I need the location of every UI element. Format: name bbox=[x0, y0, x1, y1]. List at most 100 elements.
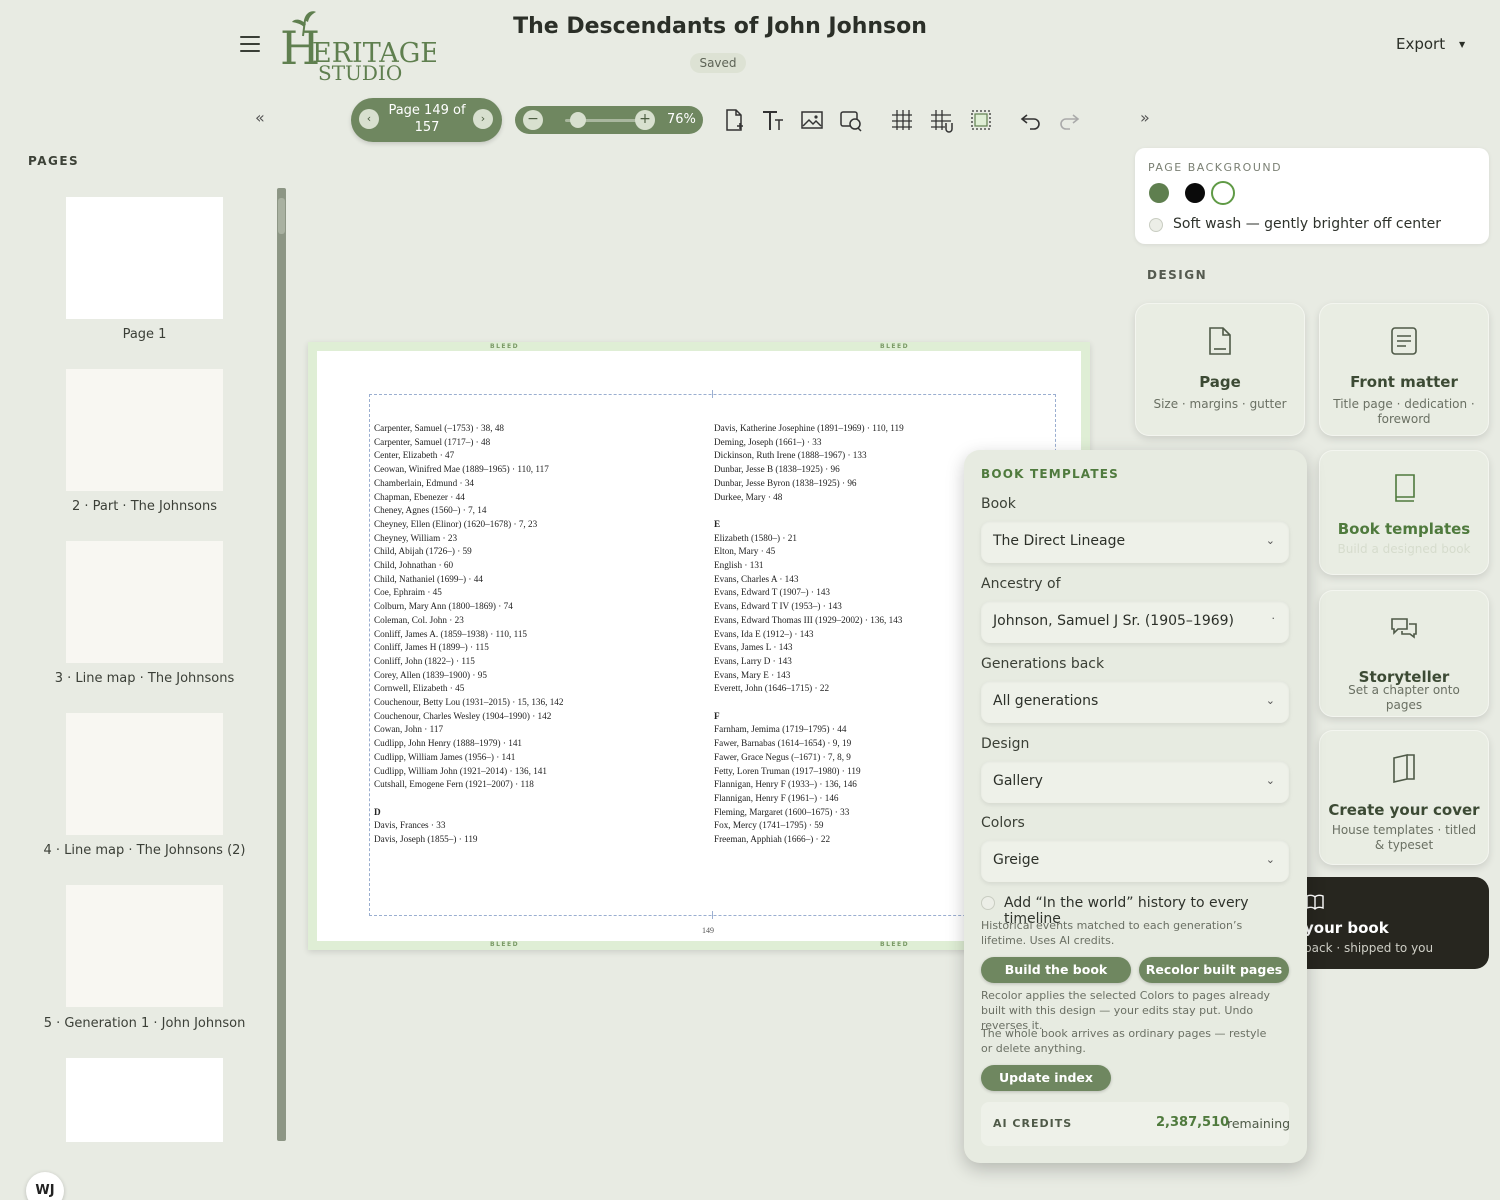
index-column-right[interactable]: Davis, Katherine Josephine (1891–1969) ·… bbox=[714, 422, 904, 847]
index-entry: Cowan, John · 117 bbox=[374, 724, 444, 735]
book-templates-title: BOOK TEMPLATES bbox=[981, 467, 1119, 481]
index-entry: Evans, Ida E (1912–) · 143 bbox=[714, 628, 814, 639]
redo-icon[interactable] bbox=[1055, 106, 1083, 134]
colors-select-value: Greige bbox=[993, 852, 1040, 868]
index-entry: Child, Abijah (1726–) · 59 bbox=[374, 546, 472, 557]
generations-select[interactable]: All generations ⌄ bbox=[981, 681, 1289, 723]
chevron-down-icon: ⌄ bbox=[1265, 534, 1275, 547]
add-image-icon[interactable] bbox=[798, 106, 826, 134]
index-entry: Cheney, Agnes (1560–) · 7, 14 bbox=[374, 505, 487, 516]
heritage-studio-logo[interactable]: H ERITAGE STUDIO bbox=[276, 6, 440, 85]
book-templates-card[interactable]: Book templates Build a designed book bbox=[1319, 450, 1489, 575]
zoom-out-button[interactable]: − bbox=[523, 110, 543, 130]
snap-grid-icon[interactable] bbox=[927, 106, 955, 134]
page-thumbnail-label: 3 · Line map · The Johnsons bbox=[54, 671, 235, 686]
book-select-value: The Direct Lineage bbox=[993, 533, 1126, 549]
page-thumbnail-label: 4 · Line map · The Johnsons (2) bbox=[43, 843, 246, 858]
swatch-white-selected[interactable] bbox=[1211, 181, 1235, 205]
gutter-mark bbox=[712, 390, 713, 398]
index-entry: Fleming, Margaret (1600–1675) · 33 bbox=[714, 806, 850, 817]
update-index-button[interactable]: Update index bbox=[981, 1065, 1111, 1091]
colors-label: Colors bbox=[981, 815, 1025, 831]
bleed-frame-icon[interactable] bbox=[967, 106, 995, 134]
page-thumbnail[interactable] bbox=[66, 369, 223, 491]
page-thumbnail[interactable] bbox=[66, 541, 223, 663]
collapse-right-panel-icon[interactable]: » bbox=[1140, 108, 1150, 127]
next-page-button[interactable]: › bbox=[473, 109, 493, 129]
zoom-in-button[interactable]: + bbox=[635, 110, 655, 130]
index-entry: Conliff, James A. (1859–1938) · 110, 115 bbox=[374, 628, 528, 639]
index-entry: Fetty, Loren Truman (1917–1980) · 119 bbox=[714, 765, 861, 776]
ai-credits-suffix: remaining bbox=[1227, 1116, 1291, 1131]
front-matter-card[interactable]: Front matter Title page · dedication · f… bbox=[1319, 303, 1489, 436]
export-caret-icon[interactable]: ▼ bbox=[1459, 40, 1465, 49]
book-select[interactable]: The Direct Lineage ⌄ bbox=[981, 521, 1289, 563]
index-entry: Couchenour, Charles Wesley (1904–1990) ·… bbox=[374, 710, 552, 721]
order-book-card[interactable]: your book back · shipped to you bbox=[1290, 877, 1489, 969]
generations-select-value: All generations bbox=[993, 693, 1099, 709]
index-letter-heading: D bbox=[374, 806, 381, 817]
index-entry: English · 131 bbox=[714, 560, 764, 571]
card-subtitle: Size · margins · gutter bbox=[1153, 397, 1287, 411]
page-thumbnail-label: 2 · Part · The Johnsons bbox=[71, 499, 218, 514]
index-entry: Freeman, Apphiah (1666–) · 22 bbox=[714, 834, 831, 845]
previous-page-button[interactable]: ‹ bbox=[359, 109, 379, 129]
ancestry-select[interactable]: Johnson, Samuel J Sr. (1905–1969) · bbox=[981, 601, 1289, 643]
swatch-green[interactable] bbox=[1149, 183, 1169, 203]
index-gap bbox=[714, 504, 904, 518]
user-avatar[interactable]: WJ bbox=[26, 1172, 64, 1200]
page-thumbnail[interactable] bbox=[66, 713, 223, 835]
export-button[interactable]: Export bbox=[1396, 35, 1445, 53]
index-entry: Evans, Larry D · 143 bbox=[714, 655, 792, 666]
index-entry: Evans, Edward T (1907–) · 143 bbox=[714, 587, 831, 598]
grid-icon[interactable] bbox=[888, 106, 916, 134]
page-navigator: ‹ Page 149 of 157 › bbox=[351, 98, 502, 142]
page-indicator: Page 149 of 157 bbox=[388, 103, 466, 135]
page-background-title: PAGE BACKGROUND bbox=[1148, 161, 1283, 174]
index-entry: Chamberlain, Edmund · 34 bbox=[374, 477, 475, 488]
document-title[interactable]: The Descendants of John Johnson bbox=[500, 14, 940, 39]
swatch-black[interactable] bbox=[1185, 183, 1205, 203]
design-select[interactable]: Gallery ⌄ bbox=[981, 761, 1289, 803]
card-subtitle: House templates · titled & typeset bbox=[1331, 823, 1477, 852]
scrollbar-thumb[interactable] bbox=[278, 198, 285, 234]
index-entry: Corey, Allen (1839–1900) · 95 bbox=[374, 669, 487, 680]
design-section-title: DESIGN bbox=[1147, 268, 1208, 282]
create-cover-card[interactable]: Create your cover House templates · titl… bbox=[1319, 730, 1489, 865]
add-shape-icon[interactable] bbox=[837, 106, 865, 134]
add-page-icon[interactable] bbox=[720, 106, 748, 134]
page-design-card[interactable]: Page Size · margins · gutter bbox=[1135, 303, 1305, 436]
storyteller-card[interactable]: Storyteller Set a chapter onto pages bbox=[1319, 590, 1489, 717]
soft-wash-radio[interactable] bbox=[1149, 218, 1163, 232]
ancestry-label: Ancestry of bbox=[981, 576, 1061, 592]
recolor-pages-button[interactable]: Recolor built pages bbox=[1139, 957, 1289, 983]
pages-scrollbar[interactable] bbox=[277, 188, 286, 1141]
chevron-down-icon: ⌄ bbox=[1265, 694, 1275, 707]
history-checkbox[interactable] bbox=[981, 896, 995, 910]
bleed-label: BLEED bbox=[880, 343, 910, 350]
index-entry: Coleman, Col. John · 23 bbox=[374, 614, 464, 625]
page-icon bbox=[1209, 327, 1231, 355]
ai-credits-box: AI CREDITS 2,387,510 remaining bbox=[981, 1102, 1291, 1146]
ai-credits-label: AI CREDITS bbox=[993, 1117, 1073, 1130]
whole-book-note: The whole book arrives as ordinary pages… bbox=[981, 1027, 1267, 1055]
card-title: Page bbox=[1199, 373, 1241, 391]
build-book-button[interactable]: Build the book bbox=[981, 957, 1131, 983]
zoom-slider-handle[interactable] bbox=[570, 112, 586, 128]
add-text-icon[interactable] bbox=[759, 106, 787, 134]
menu-icon[interactable] bbox=[240, 36, 260, 52]
undo-icon[interactable] bbox=[1017, 106, 1045, 134]
collapse-left-panel-icon[interactable]: « bbox=[255, 108, 265, 127]
page-thumbnail[interactable] bbox=[66, 885, 223, 1007]
colors-select[interactable]: Greige ⌄ bbox=[981, 840, 1289, 882]
index-entry: Elton, Mary · 45 bbox=[714, 546, 776, 557]
index-entry: Cheyney, Ellen (Elinor) (1620–1678) · 7,… bbox=[374, 518, 538, 529]
book-templates-panel: BOOK TEMPLATES Book The Direct Lineage ⌄… bbox=[964, 450, 1307, 1163]
page-thumbnail[interactable] bbox=[66, 197, 223, 319]
document-lines-icon bbox=[1391, 327, 1417, 355]
index-column-left[interactable]: Carpenter, Samuel (–1753) · 38, 48 Carpen… bbox=[374, 422, 563, 847]
index-entry: Everett, John (1646–1715) · 22 bbox=[714, 683, 830, 694]
index-letter-heading: E bbox=[714, 518, 721, 529]
page-thumbnail[interactable] bbox=[66, 1058, 223, 1142]
chevron-down-icon: ⌄ bbox=[1265, 853, 1275, 866]
